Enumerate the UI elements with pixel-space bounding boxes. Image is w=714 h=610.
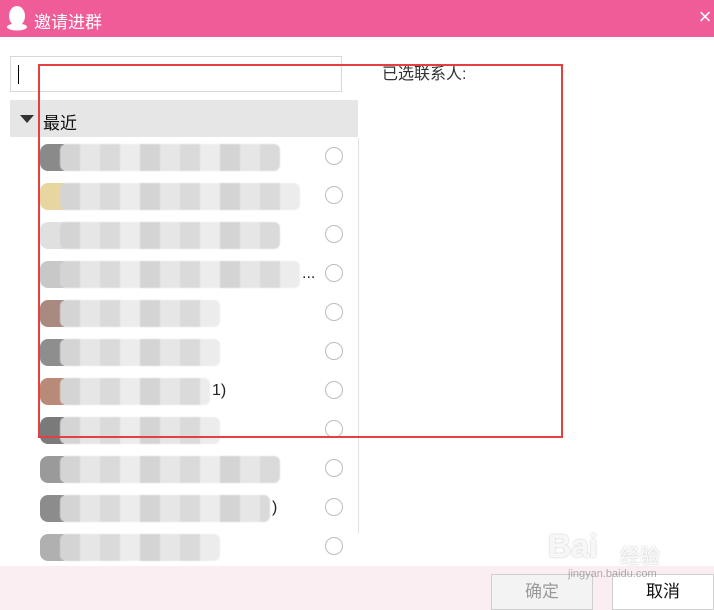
text-caret	[18, 65, 19, 84]
select-radio[interactable]	[325, 186, 343, 204]
close-button[interactable]: ×	[696, 5, 714, 29]
select-radio[interactable]	[325, 420, 343, 438]
contact-row[interactable]	[0, 177, 358, 216]
contact-name-blurred	[60, 378, 210, 405]
select-radio[interactable]	[325, 342, 343, 360]
watermark-brand: Bai	[548, 528, 598, 564]
group-label: 最近	[43, 114, 77, 133]
title-bar: 邀请进群 ×	[0, 0, 714, 37]
qq-penguin-icon	[7, 6, 27, 31]
window-title: 邀请进群	[34, 13, 102, 32]
triangle-down-icon[interactable]	[20, 115, 34, 123]
group-header-recent[interactable]: 最近	[10, 100, 358, 137]
contact-name-blurred	[60, 300, 220, 327]
contact-name-blurred	[60, 339, 220, 366]
contact-name-blurred	[60, 534, 220, 561]
select-radio[interactable]	[325, 225, 343, 243]
contact-row[interactable]	[0, 333, 358, 372]
select-radio[interactable]	[325, 459, 343, 477]
contact-name-suffix: ...	[302, 265, 316, 282]
contact-list: ... 1))	[0, 138, 358, 566]
select-radio[interactable]	[325, 264, 343, 282]
contact-name-blurred	[60, 417, 220, 444]
contact-row[interactable]	[0, 138, 358, 177]
contact-row[interactable]	[0, 528, 358, 566]
select-radio[interactable]	[325, 147, 343, 165]
contact-row[interactable]: 1)	[0, 372, 358, 411]
contact-row[interactable]	[0, 411, 358, 450]
footer-bar	[0, 566, 714, 610]
select-radio[interactable]	[325, 303, 343, 321]
contact-row[interactable]	[0, 450, 358, 489]
cancel-button[interactable]: 取消	[612, 574, 714, 610]
contact-name-blurred	[60, 183, 300, 210]
contact-name-blurred	[60, 456, 280, 483]
contact-row[interactable]: )	[0, 489, 358, 528]
select-radio[interactable]	[325, 381, 343, 399]
watermark-sub: 经验	[620, 546, 660, 568]
close-icon: ×	[698, 4, 712, 29]
contact-name-suffix: )	[272, 499, 278, 516]
selected-contacts-label: 已选联系人:	[382, 66, 467, 83]
contact-row[interactable]: ...	[0, 255, 358, 294]
select-radio[interactable]	[325, 498, 343, 516]
contact-name-suffix: 1)	[212, 382, 227, 399]
contact-name-blurred	[60, 261, 300, 288]
contact-name-blurred	[60, 144, 280, 171]
contact-row[interactable]	[0, 216, 358, 255]
select-radio[interactable]	[325, 537, 343, 555]
panel-divider	[358, 138, 359, 533]
confirm-button[interactable]: 确定	[491, 574, 593, 610]
search-input[interactable]	[10, 56, 342, 92]
contact-name-blurred	[60, 222, 280, 249]
contact-row[interactable]	[0, 294, 358, 333]
contact-name-blurred	[60, 495, 270, 522]
